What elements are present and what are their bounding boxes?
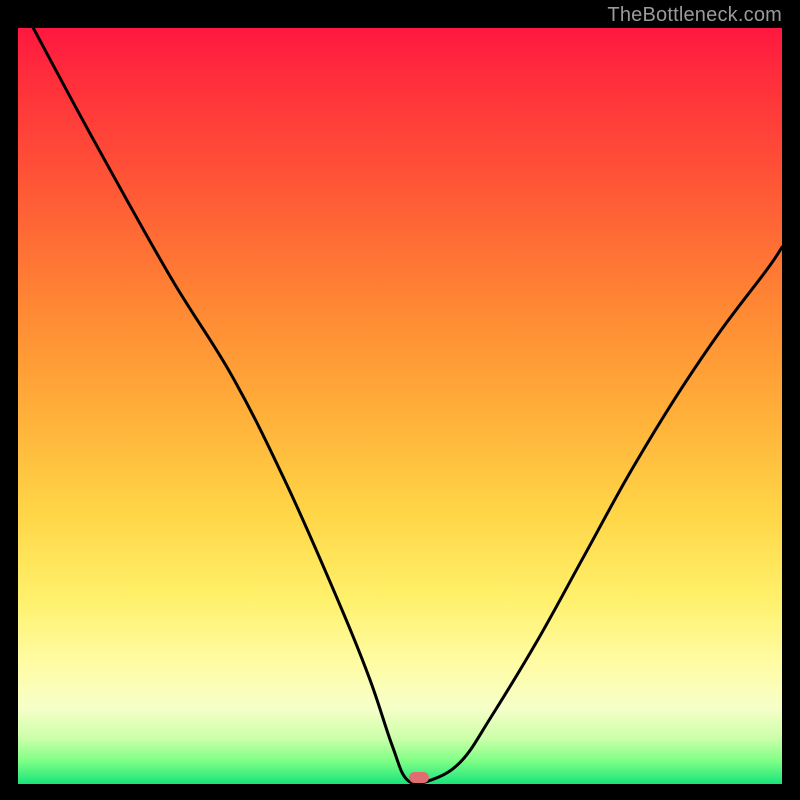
- bottleneck-curve: [18, 28, 782, 784]
- chart-container: TheBottleneck.com: [0, 0, 800, 800]
- curve-path: [33, 28, 782, 784]
- plot-area: [18, 28, 782, 784]
- attribution-label: TheBottleneck.com: [607, 4, 782, 27]
- optimal-point-marker: [409, 772, 429, 783]
